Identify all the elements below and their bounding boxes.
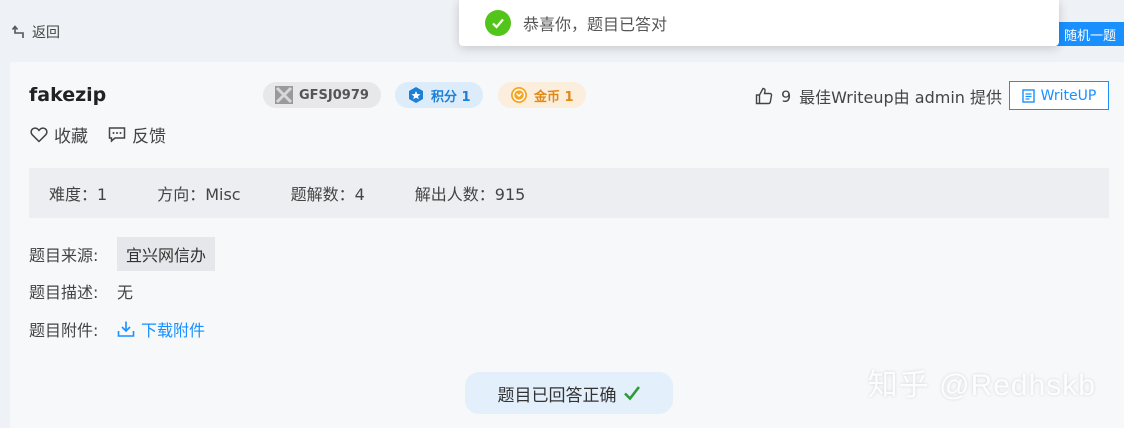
back-label: 返回	[32, 25, 60, 41]
source-label: 题目来源:	[29, 246, 99, 265]
back-button[interactable]: 返回	[12, 22, 60, 42]
attachment-row: 题目附件: 下载附件	[29, 317, 205, 341]
feedback-button[interactable]: 反馈	[108, 122, 166, 147]
thumbs-up-icon[interactable]	[755, 87, 773, 105]
download-label: 下载附件	[141, 321, 206, 340]
coin-icon	[511, 87, 527, 103]
download-attachment-link[interactable]: 下载附件	[117, 317, 205, 341]
download-icon	[117, 321, 135, 337]
back-arrow-icon	[12, 25, 24, 38]
solutions-stat: 题解数：4	[290, 185, 365, 204]
challenge-id-tag: GFSJ0979	[263, 82, 381, 108]
description-value: 无	[117, 283, 134, 302]
solvers-stat: 解出人数：915	[414, 185, 526, 204]
score-value: 积分 1	[431, 89, 471, 105]
coin-value: 金币 1	[534, 89, 574, 105]
random-challenge-button[interactable]: 随机一题	[1056, 22, 1124, 46]
coin-tag: 金币 1	[498, 82, 586, 108]
favorite-button[interactable]: 收藏	[30, 122, 88, 147]
like-count: 9	[780, 86, 792, 106]
source-value: 宜兴网信办	[117, 237, 216, 271]
success-toast: 恭喜你，题目已答对	[459, 0, 1059, 46]
document-icon	[1021, 88, 1035, 103]
stats-bar: 难度：1 方向：Misc 题解数：4 解出人数：915	[29, 168, 1109, 218]
answer-status-text: 题目已回答正确	[497, 385, 617, 406]
description-row: 题目描述: 无	[29, 279, 133, 303]
watermark: 知乎 @Redhskb	[867, 369, 1096, 402]
toast-message: 恭喜你，题目已答对	[523, 15, 668, 34]
challenge-title: fakezip	[29, 84, 107, 106]
checkmark-icon	[623, 386, 640, 401]
score-tag: 积分 1	[395, 82, 483, 108]
writeup-meta: 9 最佳Writeup由 admin 提供	[755, 84, 1002, 108]
writeup-button[interactable]: WriteUP	[1009, 81, 1109, 110]
favorite-label: 收藏	[54, 127, 88, 147]
source-row: 题目来源: 宜兴网信办	[29, 237, 216, 271]
best-writeup-text: 最佳Writeup由 admin 提供	[799, 88, 1002, 107]
challenge-id: GFSJ0979	[299, 87, 369, 103]
challenge-actions: 收藏 反馈	[30, 122, 166, 147]
direction-stat: 方向：Misc	[157, 185, 241, 204]
difficulty-stat: 难度：1	[49, 185, 108, 204]
check-circle-icon	[485, 10, 511, 36]
answer-status: 题目已回答正确	[465, 372, 673, 414]
writeup-button-label: WriteUP	[1040, 87, 1097, 104]
score-badge-icon	[409, 87, 423, 103]
comment-icon	[108, 127, 126, 143]
attachment-label: 题目附件:	[29, 321, 99, 340]
feedback-label: 反馈	[132, 127, 166, 147]
heart-icon	[30, 127, 48, 143]
challenge-avatar-icon	[275, 86, 293, 104]
description-label: 题目描述:	[29, 283, 99, 302]
